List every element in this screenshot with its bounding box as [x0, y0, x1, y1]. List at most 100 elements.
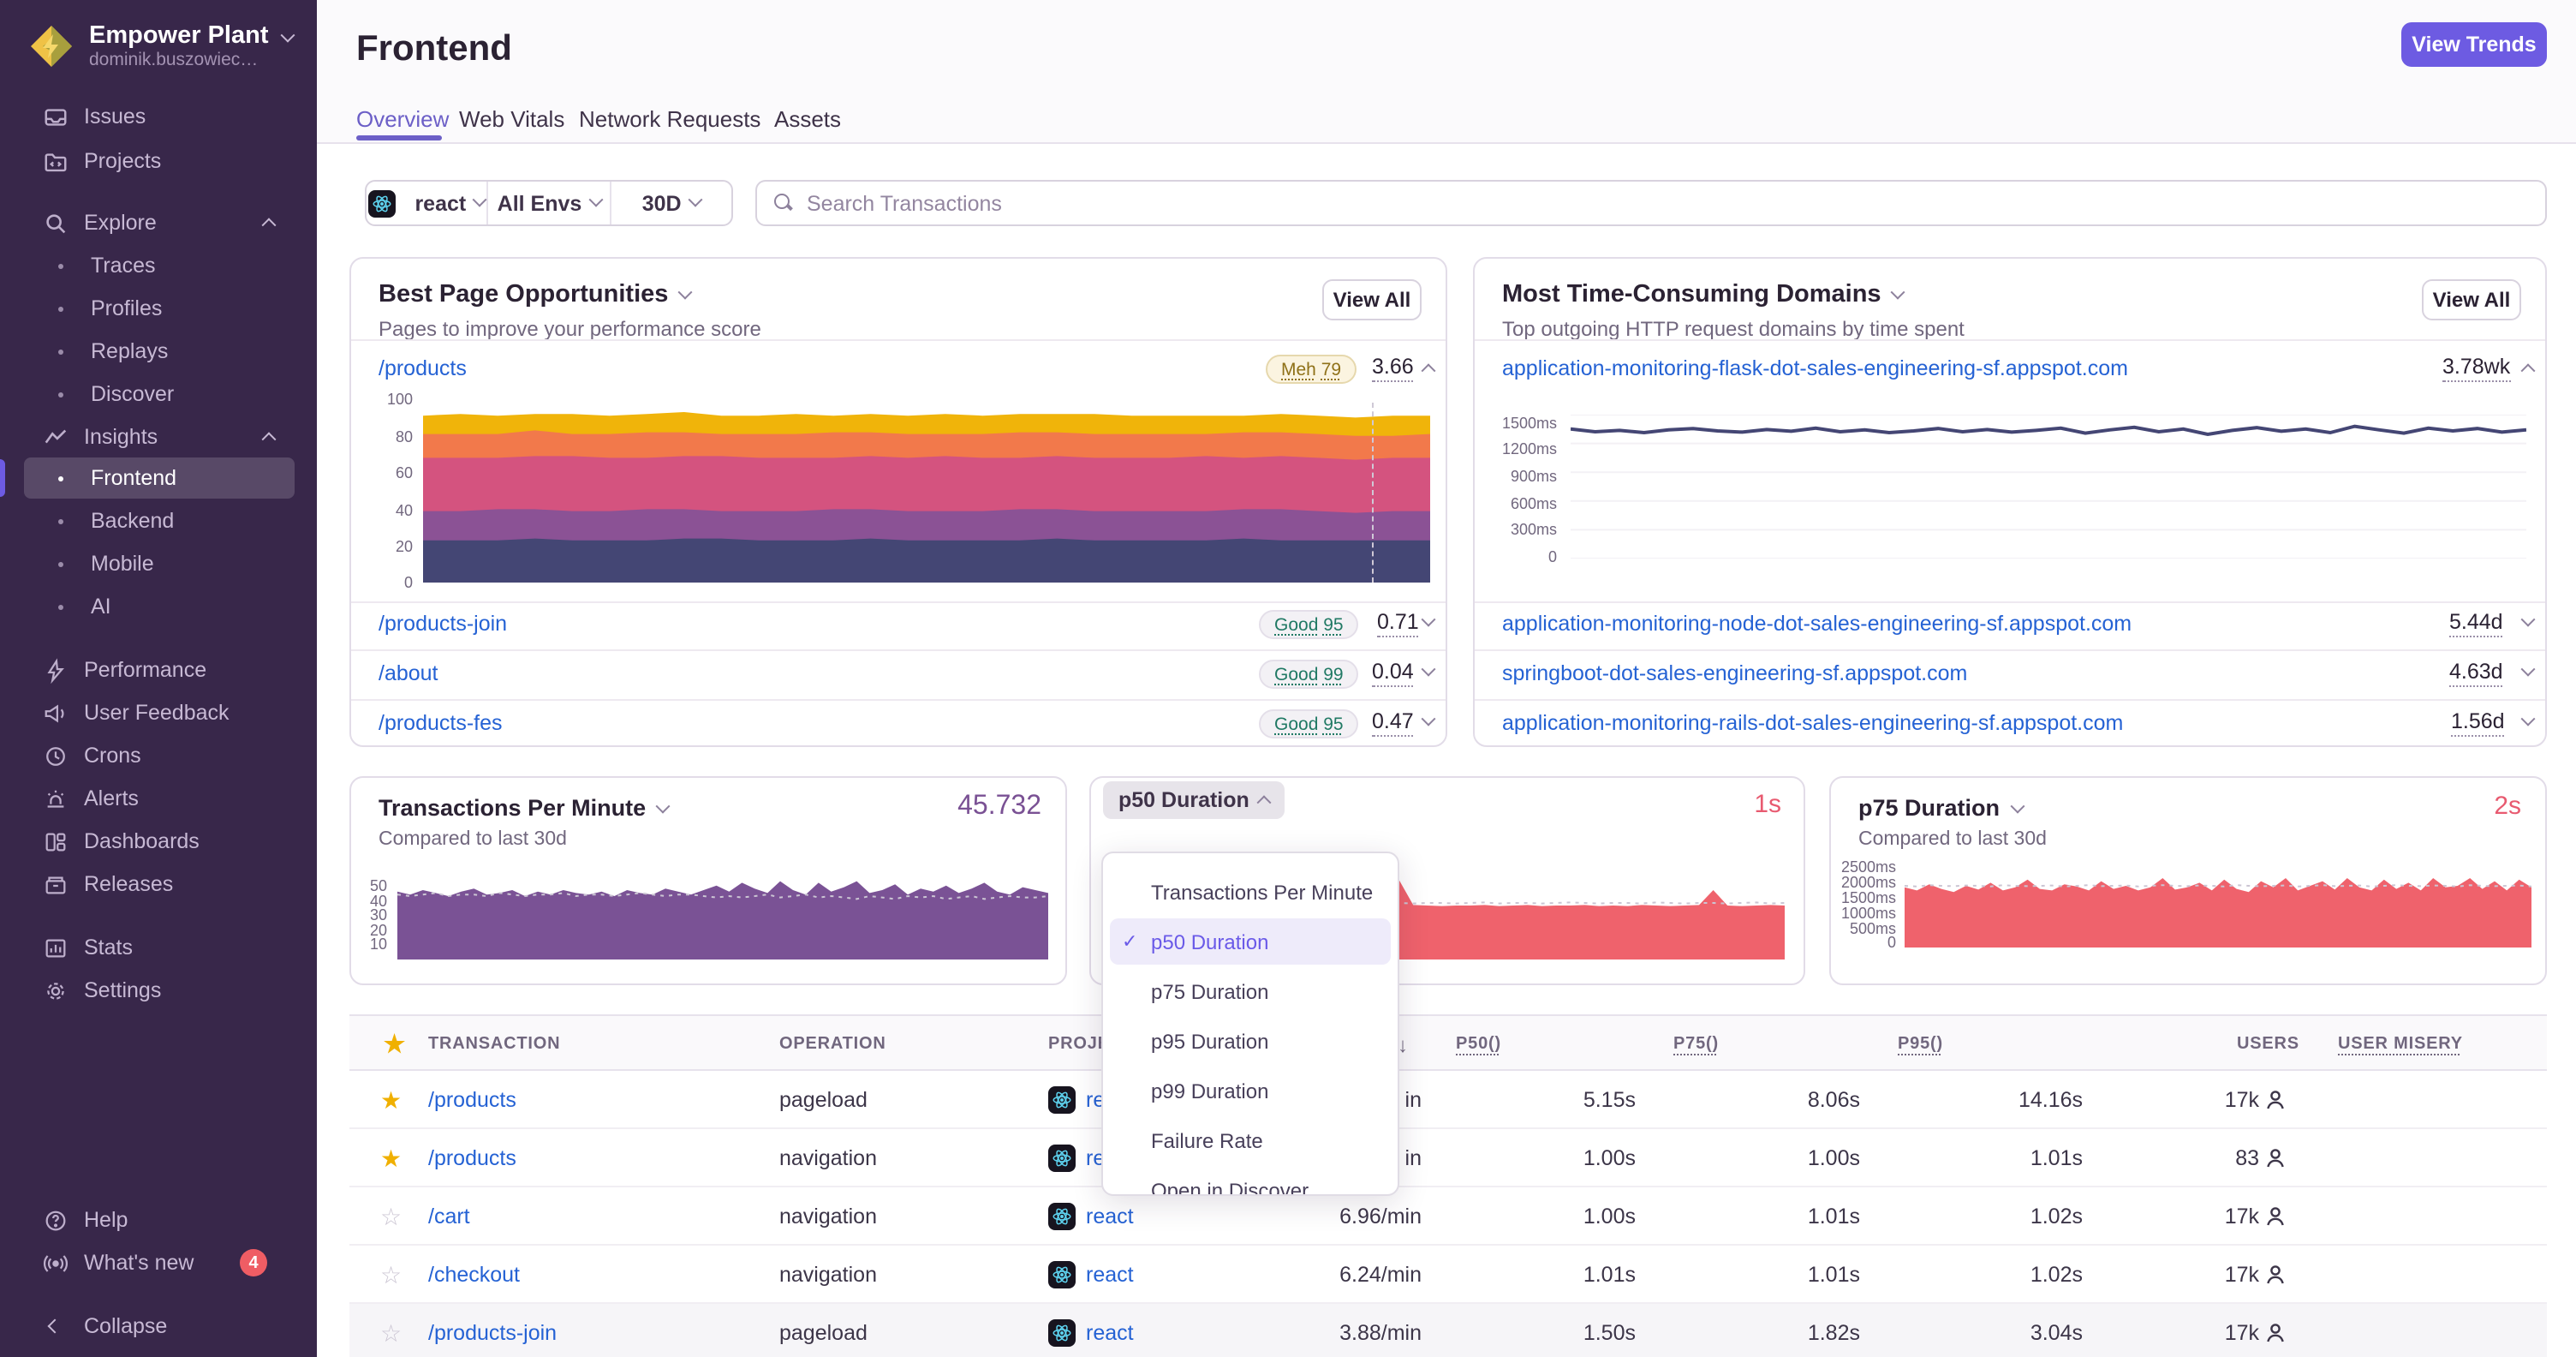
best-pages-title[interactable]: Best Page Opportunities [379, 281, 693, 308]
org-name: Empower Plant [89, 22, 269, 50]
transaction-link[interactable]: /products [428, 1146, 516, 1170]
tab-network-requests[interactable]: Network Requests [579, 106, 760, 132]
sidebar-item-insights[interactable]: Insights [24, 416, 295, 457]
expand-row-icon[interactable] [1421, 661, 1436, 677]
sidebar-item-discover[interactable]: Discover [24, 374, 295, 415]
environment-filter[interactable]: All Envs [486, 182, 610, 224]
sidebar-collapse-button[interactable]: Collapse [24, 1306, 295, 1347]
domains-view-all-button[interactable]: View All [2422, 279, 2521, 320]
sidebar-item-issues[interactable]: Issues [24, 96, 295, 137]
page-link[interactable]: /products-join [379, 612, 507, 636]
expand-row-icon[interactable] [2520, 711, 2536, 726]
sidebar-item-help[interactable]: Help [24, 1199, 295, 1240]
sidebar-item-whats-new[interactable]: What's new 4 [24, 1242, 295, 1283]
view-trends-button[interactable]: View Trends [2401, 22, 2547, 67]
col-p75[interactable]: P75() [1673, 1016, 1719, 1073]
sidebar-item-replays[interactable]: Replays [24, 331, 295, 372]
menu-item-p50[interactable]: ✓ p50 Duration [1110, 918, 1391, 965]
sidebar-item-performance[interactable]: Performance [24, 649, 295, 690]
col-users[interactable]: USERS [2237, 1016, 2299, 1073]
sidebar-item-releases[interactable]: Releases [24, 864, 295, 905]
project-cell[interactable]: react [1048, 1187, 1134, 1246]
domain-link[interactable]: application-monitoring-node-dot-sales-en… [1502, 612, 2132, 636]
best-pages-view-all-button[interactable]: View All [1322, 279, 1422, 320]
org-logo[interactable] [27, 22, 75, 70]
expand-row-icon[interactable] [2520, 661, 2536, 677]
sidebar-item-backend[interactable]: Backend [24, 500, 295, 541]
menu-item-p75[interactable]: p75 Duration [1110, 968, 1391, 1014]
sidebar-item-crons[interactable]: Crons [24, 735, 295, 776]
search-input[interactable] [807, 191, 2545, 215]
project-link[interactable]: react [1086, 1205, 1134, 1228]
sidebar-item-user-feedback[interactable]: User Feedback [24, 692, 295, 733]
menu-item-p99[interactable]: p99 Duration [1110, 1067, 1391, 1114]
tab-overview[interactable]: Overview [356, 106, 449, 132]
star-icon[interactable]: ★ [384, 1030, 406, 1059]
transaction-link[interactable]: /cart [428, 1205, 470, 1228]
opportunity-value: 0.04 [1372, 660, 1414, 687]
sidebar-item-frontend[interactable]: Frontend [24, 457, 295, 499]
sidebar-item-projects[interactable]: Projects [24, 140, 295, 182]
sidebar-item-alerts[interactable]: Alerts [24, 778, 295, 819]
col-p50[interactable]: P50() [1456, 1016, 1501, 1073]
expand-row-icon[interactable] [1421, 711, 1436, 726]
page-link[interactable]: /about [379, 661, 438, 685]
project-link[interactable]: react [1086, 1263, 1134, 1287]
star-outline-icon[interactable]: ☆ [380, 1246, 402, 1304]
sidebar-item-ai[interactable]: AI [24, 586, 295, 627]
org-switcher[interactable]: Empower Plant dominik.buszowiec… [89, 22, 295, 70]
domain-link[interactable]: application-monitoring-rails-dot-sales-e… [1502, 711, 2123, 735]
transaction-link[interactable]: /products-join [428, 1321, 557, 1345]
project-filter[interactable]: react [367, 182, 487, 224]
menu-item-tpm[interactable]: Transactions Per Minute [1110, 869, 1391, 915]
sidebar-item-dashboards[interactable]: Dashboards [24, 821, 295, 862]
sidebar-item-profiles[interactable]: Profiles [24, 288, 295, 329]
p75-title[interactable]: p75 Duration [1858, 795, 2024, 821]
operation-cell: navigation [779, 1146, 877, 1170]
p95-cell: 14.16s [2018, 1088, 2083, 1112]
person-icon [2267, 1091, 2284, 1109]
domains-title[interactable]: Most Time-Consuming Domains [1502, 281, 1906, 308]
tab-web-vitals[interactable]: Web Vitals [459, 106, 564, 132]
page-link[interactable]: /products-fes [379, 711, 503, 735]
transaction-link[interactable]: /products [428, 1088, 516, 1112]
sidebar-item-traces[interactable]: Traces [24, 245, 295, 286]
p50-metric-selector[interactable]: p50 Duration [1103, 781, 1285, 819]
users-cell: 17k [2131, 1304, 2285, 1357]
expand-row-icon[interactable] [2520, 612, 2536, 627]
sidebar-item-settings[interactable]: Settings [24, 970, 295, 1011]
col-p95[interactable]: P95() [1898, 1016, 1943, 1073]
domain-link[interactable]: springboot-dot-sales-engineering-sf.apps… [1502, 661, 1967, 685]
menu-item-open-in-discover[interactable]: Open in Discover [1110, 1167, 1391, 1194]
sidebar-item-explore[interactable]: Explore [24, 202, 295, 243]
sidebar-item-mobile[interactable]: Mobile [24, 543, 295, 584]
col-operation[interactable]: OPERATION [779, 1016, 886, 1073]
star-filled-icon[interactable]: ★ [380, 1071, 402, 1129]
star-outline-icon[interactable]: ☆ [380, 1304, 402, 1357]
menu-item-p95[interactable]: p95 Duration [1110, 1018, 1391, 1064]
page-link[interactable]: /products [379, 356, 467, 380]
tab-assets[interactable]: Assets [774, 106, 841, 132]
transaction-link[interactable]: /checkout [428, 1263, 520, 1287]
col-user-misery[interactable]: USER MISERY [2338, 1016, 2463, 1073]
p50-cell: 1.00s [1583, 1146, 1636, 1170]
project-link[interactable]: react [1086, 1321, 1134, 1345]
star-outline-icon[interactable]: ☆ [380, 1187, 402, 1246]
collapse-row-icon[interactable] [1421, 363, 1436, 379]
search-icon [774, 194, 793, 212]
project-cell[interactable]: react [1048, 1246, 1134, 1304]
expand-row-icon[interactable] [1421, 612, 1436, 627]
tpm-title[interactable]: Transactions Per Minute [379, 795, 671, 821]
date-range-filter[interactable]: 30D [609, 182, 731, 224]
collapse-row-icon[interactable] [2520, 363, 2536, 379]
insights-icon [41, 423, 69, 451]
table-row: ★/productspageloadreactin5.15s8.06s14.16… [349, 1071, 2547, 1129]
menu-item-failure-rate[interactable]: Failure Rate [1110, 1117, 1391, 1163]
whats-new-badge: 4 [240, 1249, 267, 1276]
project-cell[interactable]: react [1048, 1304, 1134, 1357]
star-filled-icon[interactable]: ★ [380, 1129, 402, 1187]
domain-link[interactable]: application-monitoring-flask-dot-sales-e… [1502, 356, 2128, 380]
sidebar-item-stats[interactable]: Stats [24, 927, 295, 968]
domain-time-line-chart [1571, 415, 2526, 559]
col-transaction[interactable]: TRANSACTION [428, 1016, 560, 1073]
